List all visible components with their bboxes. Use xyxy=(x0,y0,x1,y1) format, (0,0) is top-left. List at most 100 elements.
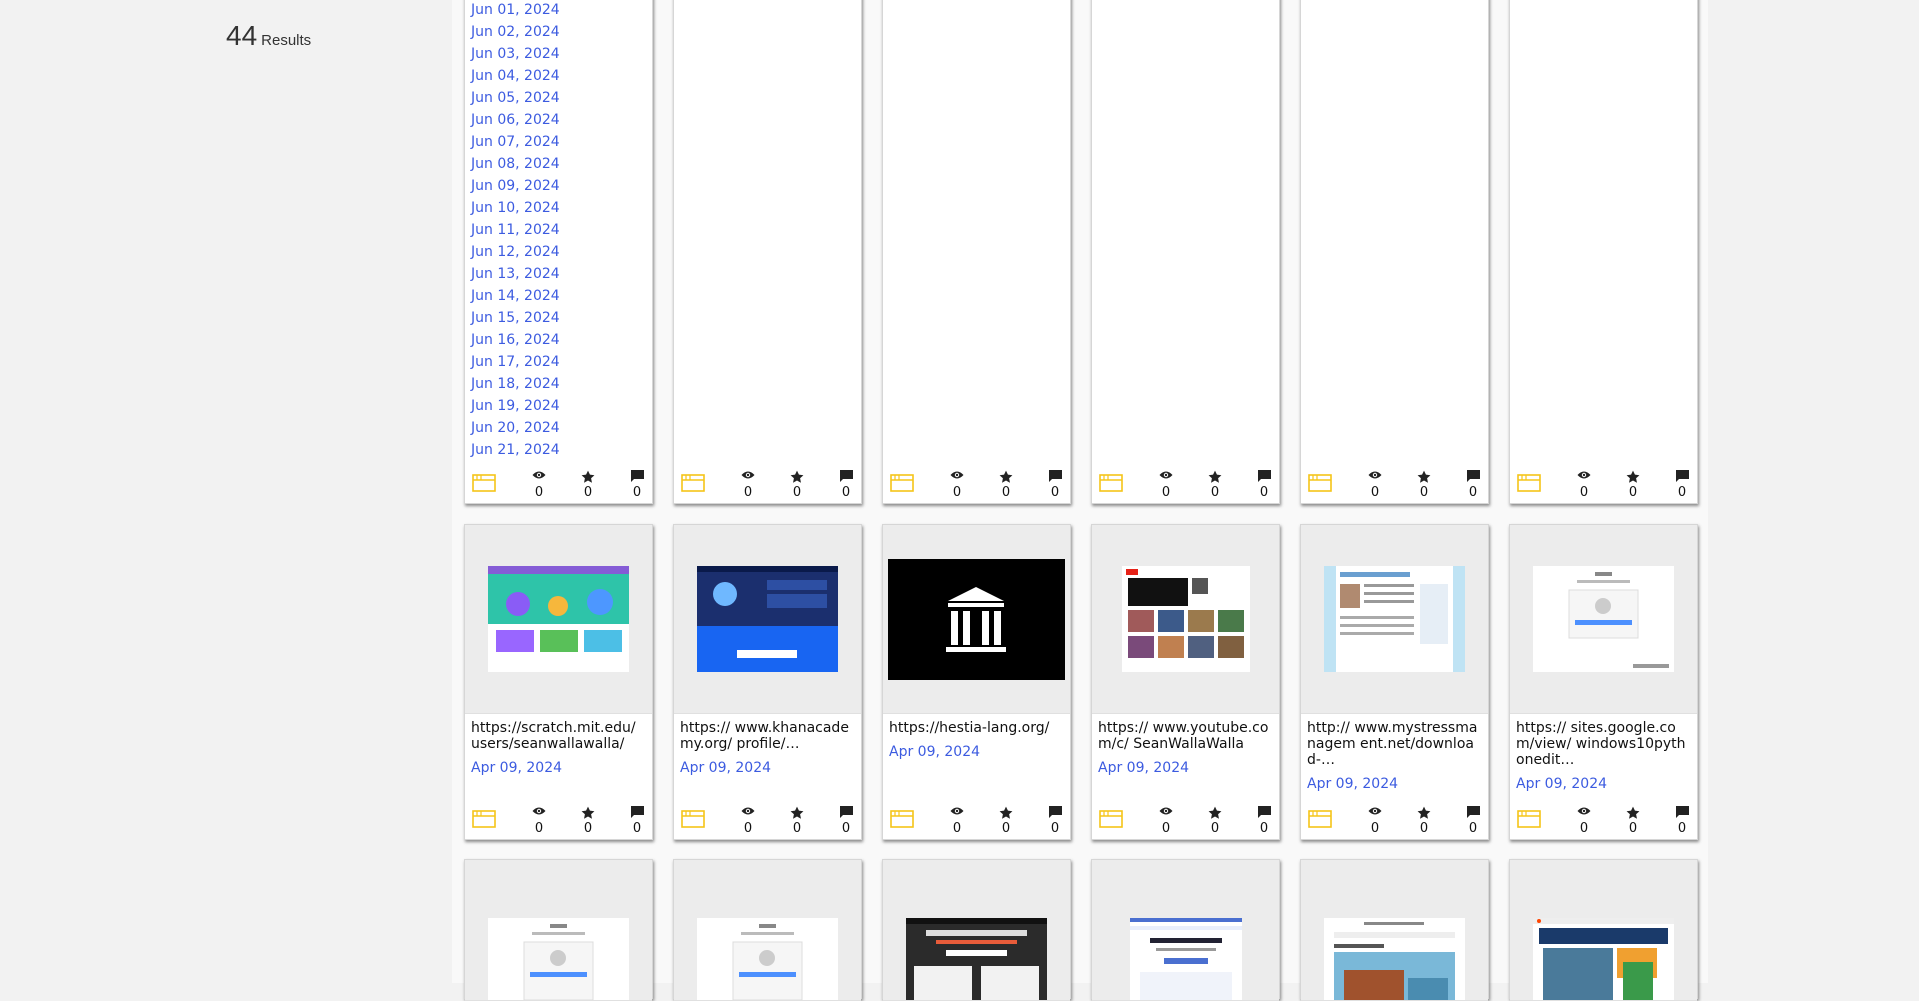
capture-card[interactable] xyxy=(1300,859,1489,1001)
capture-url[interactable]: https:// www.khanacademy.org/ profile/… xyxy=(680,720,855,752)
capture-date-link[interactable]: Jun 02, 2024 xyxy=(471,21,646,43)
views-stat: 0 xyxy=(1365,470,1385,500)
capture-card[interactable] xyxy=(1091,859,1280,1001)
capture-date-link[interactable]: Jun 04, 2024 xyxy=(471,65,646,87)
comment-icon xyxy=(836,470,856,486)
card-stats: 0 0 0 xyxy=(1301,801,1488,839)
capture-icon[interactable] xyxy=(1099,810,1123,832)
capture-date-link[interactable]: Jun 10, 2024 xyxy=(471,197,646,219)
page-thumbnail[interactable] xyxy=(1092,525,1279,714)
capture-card[interactable]: https://scratch.mit.edu/ users/seanwalla… xyxy=(464,524,653,840)
eye-icon xyxy=(947,806,967,822)
software-platform-thumbnail xyxy=(906,918,1047,1000)
comment-icon xyxy=(836,806,856,822)
capture-icon[interactable] xyxy=(890,810,914,832)
capture-date-link[interactable]: Jun 12, 2024 xyxy=(471,241,646,263)
page-thumbnail[interactable] xyxy=(883,860,1070,1001)
capture-card[interactable]: https:// www.youtube.com/c/ SeanWallaWal… xyxy=(1091,524,1280,840)
page-thumbnail[interactable] xyxy=(1510,860,1697,1001)
capture-date[interactable]: Apr 09, 2024 xyxy=(1307,776,1482,792)
capture-icon[interactable] xyxy=(681,474,705,496)
card-stats: 0 0 0 xyxy=(883,801,1070,839)
capture-date-link[interactable]: Jun 20, 2024 xyxy=(471,417,646,439)
capture-date[interactable]: Apr 09, 2024 xyxy=(889,744,1064,760)
capture-date-link[interactable]: Jun 21, 2024 xyxy=(471,439,646,461)
views-stat: 0 xyxy=(1156,470,1176,500)
comments-stat: 0 xyxy=(1254,470,1274,500)
card-stats: 0 0 0 xyxy=(1301,465,1488,503)
capture-date-link[interactable]: Jun 05, 2024 xyxy=(471,87,646,109)
capture-url[interactable]: http:// www.mystressmanagem ent.net/down… xyxy=(1307,720,1482,768)
page-thumbnail[interactable] xyxy=(674,525,861,714)
stars-stat: 0 xyxy=(1623,806,1643,836)
capture-date-link[interactable]: Jun 15, 2024 xyxy=(471,307,646,329)
capture-icon[interactable] xyxy=(472,474,496,496)
capture-card[interactable] xyxy=(673,859,862,1001)
capture-url[interactable]: https:// sites.google.com/view/ windows1… xyxy=(1516,720,1691,768)
page-thumbnail[interactable] xyxy=(465,525,652,714)
capture-date-link[interactable]: Jun 19, 2024 xyxy=(471,395,646,417)
capture-card[interactable]: 0 0 0 xyxy=(1091,0,1280,504)
capture-url[interactable]: https://scratch.mit.edu/ users/seanwalla… xyxy=(471,720,646,752)
capture-date-link[interactable]: Jun 18, 2024 xyxy=(471,373,646,395)
capture-url[interactable]: https:// www.youtube.com/c/ SeanWallaWal… xyxy=(1098,720,1273,752)
capture-icon[interactable] xyxy=(890,474,914,496)
capture-date[interactable]: Apr 09, 2024 xyxy=(1098,760,1273,776)
star-icon xyxy=(578,470,598,486)
card-stats: 0 0 0 xyxy=(1510,465,1697,503)
page-thumbnail[interactable] xyxy=(883,525,1070,714)
capture-icon[interactable] xyxy=(1308,810,1332,832)
page-thumbnail[interactable] xyxy=(1092,860,1279,1001)
capture-date[interactable]: Apr 09, 2024 xyxy=(1516,776,1691,792)
page-thumbnail[interactable] xyxy=(1301,860,1488,1001)
capture-icon[interactable] xyxy=(681,810,705,832)
capture-card[interactable] xyxy=(464,859,653,1001)
capture-card[interactable] xyxy=(1509,859,1698,1001)
star-icon xyxy=(996,470,1016,486)
page-thumbnail[interactable] xyxy=(465,860,652,1001)
capture-date-link[interactable]: Jun 07, 2024 xyxy=(471,131,646,153)
capture-date-link[interactable]: Jun 06, 2024 xyxy=(471,109,646,131)
page-thumbnail[interactable] xyxy=(1301,525,1488,714)
capture-date[interactable]: Apr 09, 2024 xyxy=(680,760,855,776)
capture-date-link[interactable]: Jun 09, 2024 xyxy=(471,175,646,197)
capture-card[interactable]: Jun 01, 2024 Jun 02, 2024 Jun 03, 2024 J… xyxy=(464,0,653,504)
comment-icon xyxy=(1463,806,1483,822)
capture-date-link[interactable]: Jun 11, 2024 xyxy=(471,219,646,241)
capture-icon[interactable] xyxy=(1099,474,1123,496)
capture-icon[interactable] xyxy=(1517,810,1541,832)
capture-card[interactable]: 0 0 0 xyxy=(673,0,862,504)
capture-card[interactable]: https://hestia-lang.org/ Apr 09, 2024 0 … xyxy=(882,524,1071,840)
eye-icon xyxy=(529,470,549,486)
capture-date-link[interactable]: Jun 16, 2024 xyxy=(471,329,646,351)
capture-date-link[interactable]: Jun 01, 2024 xyxy=(471,0,646,21)
capture-date[interactable]: Apr 09, 2024 xyxy=(471,760,646,776)
khanacademy-page-thumbnail xyxy=(697,566,838,672)
star-icon xyxy=(787,470,807,486)
capture-icon[interactable] xyxy=(472,810,496,832)
capture-card[interactable] xyxy=(882,859,1071,1001)
card-stats: 0 0 0 xyxy=(1092,801,1279,839)
capture-date-link[interactable]: Jun 13, 2024 xyxy=(471,263,646,285)
comments-stat: 0 xyxy=(1045,806,1065,836)
capture-icon[interactable] xyxy=(1517,474,1541,496)
capture-date-link[interactable]: Jun 08, 2024 xyxy=(471,153,646,175)
capture-card[interactable]: 0 0 0 xyxy=(1300,0,1489,504)
capture-icon[interactable] xyxy=(1308,474,1332,496)
star-icon xyxy=(578,806,598,822)
capture-card[interactable]: 0 0 0 xyxy=(1509,0,1698,504)
capture-date-link[interactable]: Jun 14, 2024 xyxy=(471,285,646,307)
page-thumbnail[interactable] xyxy=(1510,525,1697,714)
page-thumbnail[interactable] xyxy=(674,860,861,1001)
comment-icon xyxy=(1672,470,1692,486)
comment-icon xyxy=(1254,470,1274,486)
capture-date-link[interactable]: Jun 17, 2024 xyxy=(471,351,646,373)
card-stats: 0 0 0 xyxy=(465,801,652,839)
capture-card[interactable]: 0 0 0 xyxy=(882,0,1071,504)
capture-card[interactable]: https:// www.khanacademy.org/ profile/… … xyxy=(673,524,862,840)
eye-icon xyxy=(1365,806,1385,822)
capture-card[interactable]: https:// sites.google.com/view/ windows1… xyxy=(1509,524,1698,840)
capture-card[interactable]: http:// www.mystressmanagem ent.net/down… xyxy=(1300,524,1489,840)
capture-url[interactable]: https://hestia-lang.org/ xyxy=(889,720,1064,736)
capture-date-link[interactable]: Jun 03, 2024 xyxy=(471,43,646,65)
